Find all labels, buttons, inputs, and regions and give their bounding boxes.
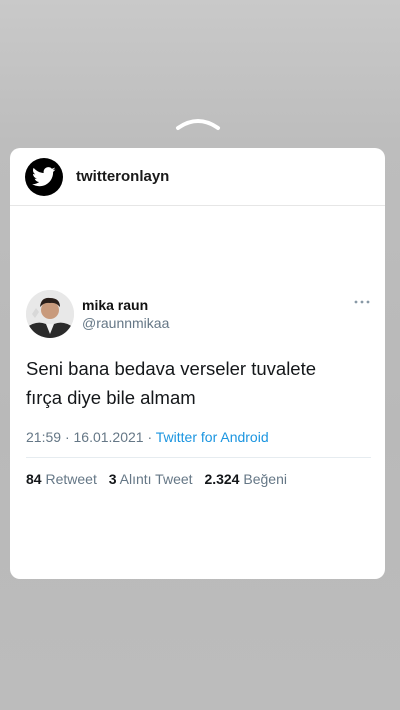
stat-number: 2.324	[204, 471, 240, 487]
tweet-screenshot-card: twitteronlayn mika raun @raunnmikaa Seni…	[10, 148, 385, 579]
stat-number: 3	[108, 471, 117, 487]
meta-separator: ·	[147, 429, 153, 445]
more-options-icon[interactable]	[353, 296, 371, 308]
twitter-bird-icon	[25, 157, 63, 196]
tweet-source-link[interactable]: Twitter for Android	[156, 429, 269, 445]
tweet-time[interactable]: 21:59	[26, 429, 61, 445]
tweet-meta: 21:59 · 16.01.2021 · Twitter for Android	[26, 429, 371, 445]
stat-label: Beğeni	[243, 471, 287, 487]
retweet-count[interactable]: 84 Retweet	[26, 471, 101, 487]
chevron-up-icon[interactable]	[175, 112, 221, 132]
card-header: twitteronlayn	[10, 148, 385, 206]
tweet-text: Seni bana bedava verseler tuvalete fırça…	[26, 358, 317, 408]
embedded-tweet: mika raun @raunnmikaa Seni bana bedava v…	[26, 290, 371, 487]
avatar[interactable]	[26, 290, 74, 338]
tweet-date[interactable]: 16.01.2021	[74, 429, 144, 445]
author-name[interactable]: mika raun	[82, 297, 169, 314]
author-handle[interactable]: @raunnmikaa	[82, 314, 169, 332]
tweet-stats: 84 Retweet 3 Alıntı Tweet 2.324 Beğeni	[26, 471, 371, 487]
meta-separator: ·	[64, 429, 70, 445]
account-name[interactable]: twitteronlayn	[76, 168, 169, 185]
like-count[interactable]: 2.324 Beğeni	[204, 471, 287, 487]
tweet-author: mika raun @raunnmikaa	[26, 290, 371, 338]
stat-label: Alıntı Tweet	[119, 471, 193, 487]
quote-tweet-count[interactable]: 3 Alıntı Tweet	[109, 471, 197, 487]
divider	[26, 457, 371, 458]
stat-label: Retweet	[45, 471, 97, 487]
stat-number: 84	[26, 471, 42, 487]
